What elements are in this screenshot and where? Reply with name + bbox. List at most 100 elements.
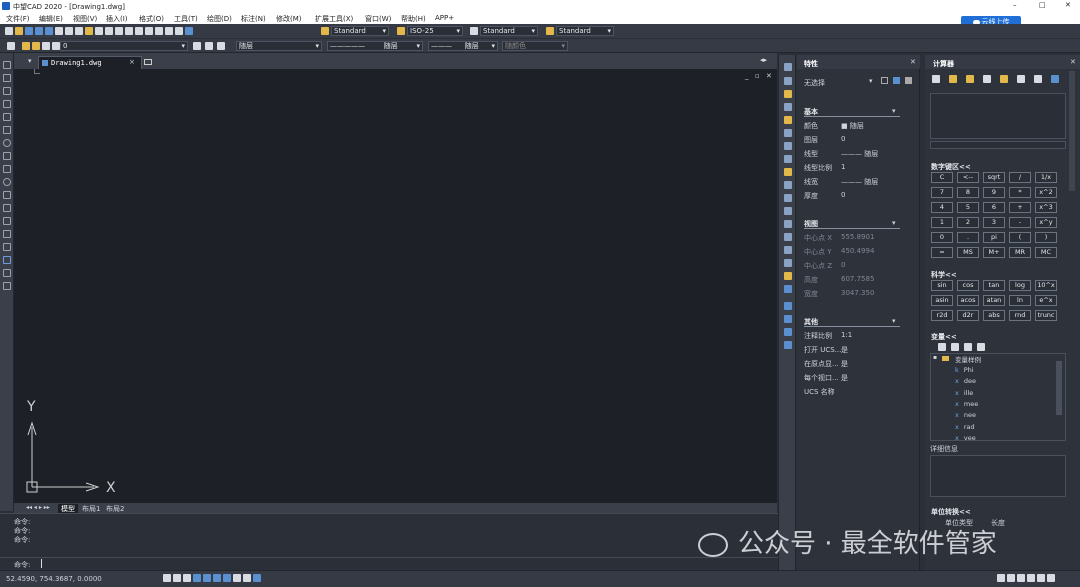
redo-icon[interactable] — [105, 27, 113, 35]
prop-row-ucs-name[interactable]: UCS 名称 — [797, 384, 920, 398]
scientific-header[interactable]: 科学<< — [931, 270, 957, 280]
new-doc-tab-icon[interactable] — [144, 59, 152, 65]
group-icon[interactable] — [784, 285, 792, 293]
section-misc-toggle-icon[interactable]: ▾ — [892, 317, 896, 325]
eraser-icon[interactable] — [784, 63, 792, 71]
calculator-scrollbar[interactable] — [1069, 71, 1075, 191]
zoom-window-icon[interactable] — [135, 27, 143, 35]
transparency-icon[interactable] — [243, 574, 251, 582]
viewport-restore-icon[interactable]: ▫ — [755, 72, 760, 80]
variables-header[interactable]: 变量<< — [931, 332, 957, 342]
viewport-close-icon[interactable]: ✕ — [766, 72, 772, 80]
sci-key[interactable]: sin — [931, 280, 953, 291]
lineweight-icon[interactable] — [233, 574, 241, 582]
linetype-select[interactable]: ————— 随层 ▾ — [327, 41, 423, 51]
calc-key[interactable]: / — [1009, 172, 1031, 183]
selection-dropdown[interactable]: 无选择 — [804, 78, 825, 88]
save-icon[interactable] — [25, 27, 33, 35]
menu-insert[interactable]: 插入(I) — [106, 14, 128, 24]
menu-help[interactable]: 帮助(H) — [401, 14, 426, 24]
mtext-icon[interactable] — [3, 282, 11, 290]
edit-variable-icon[interactable] — [951, 343, 959, 351]
sci-key[interactable]: cos — [957, 280, 979, 291]
print-icon[interactable] — [35, 27, 43, 35]
quick-select-icon[interactable] — [905, 77, 912, 84]
calc-key[interactable]: MC — [1035, 247, 1057, 258]
calc-key[interactable]: x^3 — [1035, 202, 1057, 213]
menu-modify[interactable]: 修改(M) — [276, 14, 302, 24]
ortho-icon[interactable] — [183, 574, 191, 582]
menu-window[interactable]: 窗口(W) — [365, 14, 391, 24]
selection-cycling-icon[interactable] — [253, 574, 261, 582]
calc-key[interactable]: MR — [1009, 247, 1031, 258]
trim-icon[interactable] — [784, 181, 792, 189]
get-coordinates-icon[interactable] — [966, 75, 974, 83]
sci-key[interactable]: trunc — [1035, 310, 1057, 321]
menu-file[interactable]: 文件(F) — [6, 14, 30, 24]
gradient-icon[interactable] — [3, 256, 11, 264]
layer-state-icon[interactable] — [217, 42, 225, 50]
undo-icon[interactable] — [95, 27, 103, 35]
calc-key[interactable]: 3 — [983, 217, 1005, 228]
calc-key[interactable]: pi — [983, 232, 1005, 243]
array-icon[interactable] — [784, 116, 792, 124]
sci-key[interactable]: log — [1009, 280, 1031, 291]
plotstyle-select[interactable]: 随颜色 ▾ — [502, 41, 568, 51]
calc-key[interactable]: x^y — [1035, 217, 1057, 228]
explode-icon[interactable] — [784, 259, 792, 267]
calc-key[interactable]: - — [1009, 217, 1031, 228]
calc-key[interactable]: 8 — [957, 187, 979, 198]
open-file-icon[interactable] — [15, 27, 23, 35]
dim-style-select[interactable]: ISO-25 ▾ — [407, 26, 463, 36]
delete-variable-icon[interactable] — [964, 343, 972, 351]
sci-key[interactable]: abs — [983, 310, 1005, 321]
clear-icon[interactable] — [932, 75, 940, 83]
calc-key[interactable]: . — [957, 232, 979, 243]
send-back-icon[interactable] — [784, 328, 792, 336]
sci-key[interactable]: tan — [983, 280, 1005, 291]
spline-icon[interactable] — [3, 165, 11, 173]
properties-close-icon[interactable]: ✕ — [910, 58, 916, 66]
bring-front-icon[interactable] — [784, 315, 792, 323]
mirror-icon[interactable] — [784, 90, 792, 98]
sci-key[interactable]: atan — [983, 295, 1005, 306]
menu-view[interactable]: 视图(V) — [73, 14, 97, 24]
lengthen-icon[interactable] — [784, 272, 792, 280]
viewport-minimize-icon[interactable]: _ — [745, 72, 749, 80]
copy-icon[interactable] — [65, 27, 73, 35]
break-icon[interactable] — [784, 207, 792, 215]
menu-draw[interactable]: 绘图(D) — [207, 14, 232, 24]
calc-key[interactable]: C — [931, 172, 953, 183]
sci-key[interactable]: ln — [1009, 295, 1031, 306]
make-current-layer-icon[interactable] — [193, 42, 201, 50]
construction-line-icon[interactable] — [3, 74, 11, 82]
menu-tools[interactable]: 工具(T) — [174, 14, 198, 24]
polygon-icon[interactable] — [3, 100, 11, 108]
menu-edit[interactable]: 编辑(E) — [39, 14, 63, 24]
toggle-pickadd-icon[interactable] — [881, 77, 888, 84]
layer-previous-icon[interactable] — [205, 42, 213, 50]
arc-icon[interactable] — [3, 126, 11, 134]
unit-conversion-header[interactable]: 单位转换<< — [931, 507, 971, 517]
layer-manager-icon[interactable] — [7, 42, 15, 50]
panel-collapse-icon[interactable]: ◂▸ — [760, 56, 767, 64]
sci-key[interactable]: rnd — [1009, 310, 1031, 321]
clean-screen-icon[interactable] — [1037, 574, 1045, 582]
prop-row-ucs-per-viewport[interactable]: 每个视口... 是 — [797, 370, 920, 384]
variable-item[interactable]: x rad — [955, 423, 975, 431]
variable-item[interactable]: k Phi — [955, 366, 974, 374]
calc-key[interactable]: sqrt — [983, 172, 1005, 183]
clear-history-icon[interactable] — [949, 75, 957, 83]
sci-key[interactable]: d2r — [957, 310, 979, 321]
make-block-icon[interactable] — [3, 217, 11, 225]
maximize-button[interactable]: □ — [1039, 1, 1046, 9]
calc-key[interactable]: ( — [1009, 232, 1031, 243]
var-group-collapse-icon[interactable]: ▪ — [933, 354, 937, 361]
layer-select[interactable]: 0 ▾ — [60, 41, 188, 51]
bring-above-icon[interactable] — [784, 341, 792, 349]
draworder-icon[interactable] — [784, 302, 792, 310]
variable-item[interactable]: x ille — [955, 389, 973, 397]
new-file-icon[interactable] — [5, 27, 13, 35]
calc-key[interactable]: <-- — [957, 172, 979, 183]
calculator-history[interactable] — [930, 93, 1066, 139]
